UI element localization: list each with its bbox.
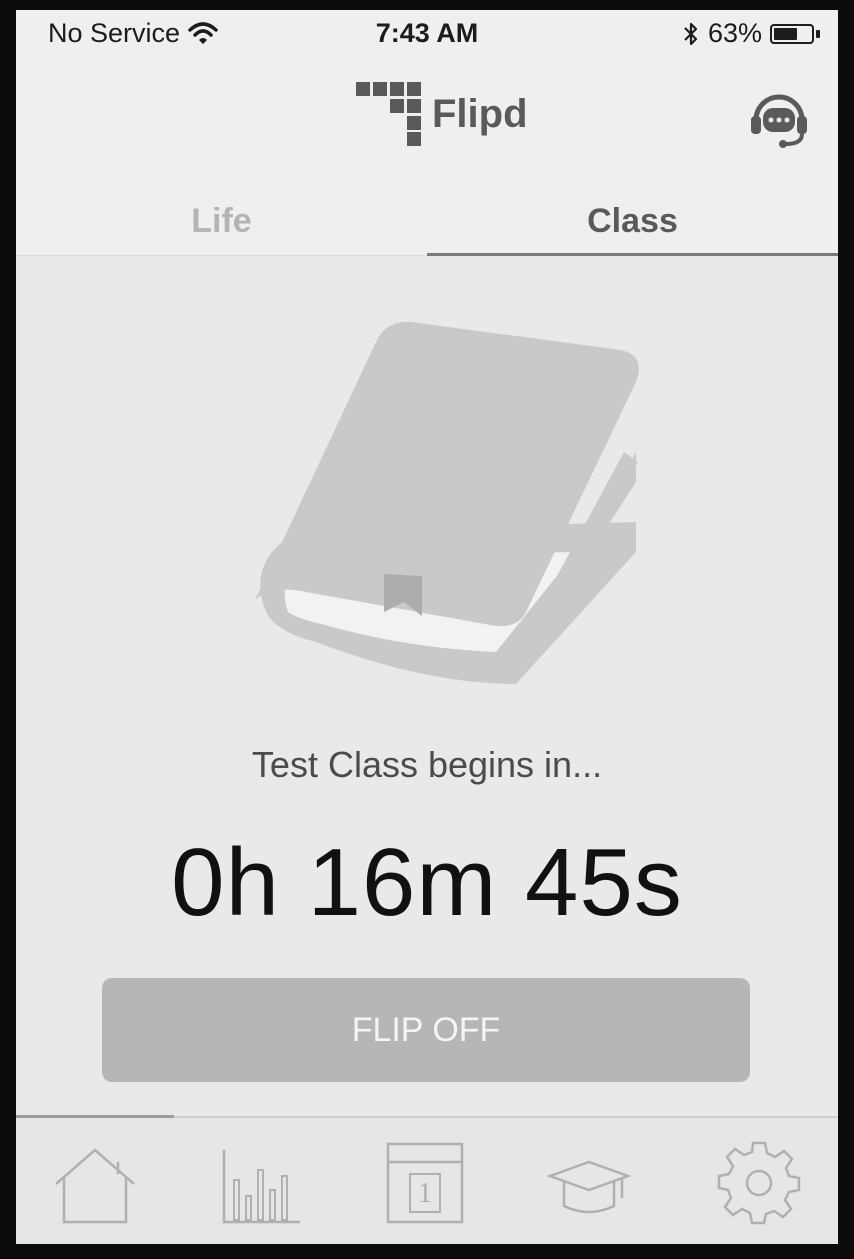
- battery-percent: 63%: [707, 18, 762, 48]
- app-header: Flipd: [16, 62, 838, 162]
- battery-fill: [774, 27, 797, 40]
- battery-icon: [770, 23, 814, 44]
- status-right: 63%: [682, 18, 820, 49]
- tab-life[interactable]: Life: [16, 170, 427, 256]
- class-subtitle: Test Class begins in...: [251, 744, 603, 785]
- support-button[interactable]: [750, 88, 808, 154]
- countdown-timer: 0h 16m 45s: [171, 829, 683, 936]
- graduation-cap-icon[interactable]: [546, 1140, 632, 1226]
- bluetooth-icon: [684, 22, 698, 45]
- book-icon: [254, 321, 639, 684]
- calendar-button[interactable]: 1: [382, 1140, 468, 1226]
- gear-icon[interactable]: [716, 1140, 802, 1226]
- home-icon[interactable]: [52, 1140, 138, 1226]
- mode-tabs: Life Class: [16, 170, 838, 256]
- bottom-nav: 1: [16, 1115, 838, 1244]
- headset-chat-icon: [751, 94, 807, 148]
- bar-chart-icon[interactable]: [216, 1140, 302, 1226]
- tab-class[interactable]: Class: [427, 170, 838, 256]
- nav-active-indicator: [16, 1115, 174, 1118]
- battery-tip: [816, 29, 820, 38]
- flipd-logo-icon: [356, 82, 421, 146]
- flip-off-button[interactable]: FLIP OFF: [102, 978, 750, 1082]
- app-name: Flipd: [432, 91, 528, 136]
- calendar-day-label: 1: [418, 1178, 432, 1209]
- class-panel: Test Class begins in... 0h 16m 45s FLIP …: [16, 256, 838, 1116]
- phone-screen: No Service 7:43 AM 63% Flipd Life Class …: [16, 10, 838, 1244]
- app-logo: Flipd: [356, 82, 528, 146]
- status-bar: No Service 7:43 AM 63%: [16, 10, 838, 62]
